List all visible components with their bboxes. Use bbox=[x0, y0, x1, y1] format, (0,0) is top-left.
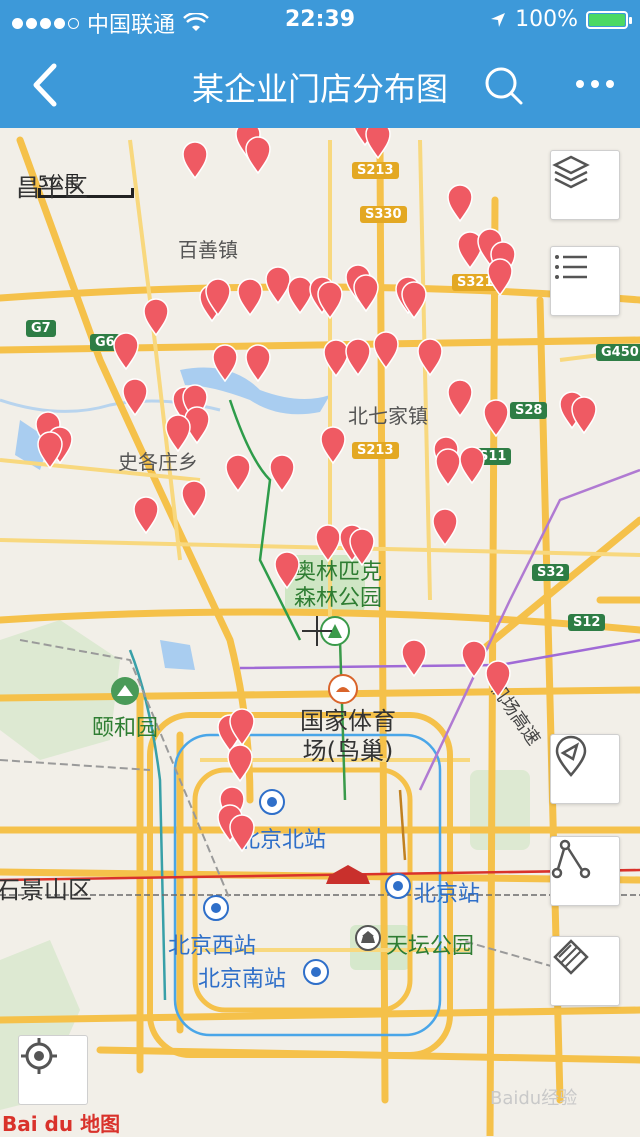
label-temple-of-heaven: 天坛公园 bbox=[386, 934, 475, 959]
map-view[interactable]: 5公里 昌平区 百善镇 北七家镇 史各庄乡 奥林匹克森林公园 颐和园 国家体育场… bbox=[0, 128, 640, 1136]
label-birds-nest: 国家体育场(鸟巢) bbox=[300, 707, 396, 765]
store-pin-icon[interactable] bbox=[181, 141, 209, 179]
store-pin-icon[interactable] bbox=[364, 128, 392, 159]
store-pin-icon[interactable] bbox=[482, 399, 510, 437]
shield-g7: G7 bbox=[26, 320, 56, 337]
store-pin-icon[interactable] bbox=[400, 639, 428, 677]
search-button[interactable] bbox=[482, 64, 526, 108]
label-beiqijia: 北七家镇 bbox=[348, 404, 428, 428]
label-baishan: 百善镇 bbox=[178, 238, 238, 262]
store-pin-icon[interactable] bbox=[431, 508, 459, 546]
label-shijingshan: 石景山区 bbox=[0, 876, 92, 904]
area-button[interactable] bbox=[550, 936, 620, 1006]
layers-icon bbox=[552, 155, 590, 189]
stadium-icon bbox=[328, 674, 358, 704]
store-pin-icon[interactable] bbox=[204, 278, 232, 316]
store-pin-icon[interactable] bbox=[236, 278, 264, 316]
store-pin-icon[interactable] bbox=[142, 298, 170, 336]
area-hatch-icon bbox=[553, 939, 589, 975]
list-button[interactable] bbox=[550, 246, 620, 316]
shield-s12: S12 bbox=[568, 614, 606, 631]
locate-icon bbox=[21, 1038, 57, 1074]
store-pin-icon[interactable] bbox=[132, 496, 160, 534]
store-pin-icon[interactable] bbox=[112, 332, 140, 370]
label-beijing-station: 北京站 bbox=[414, 882, 481, 907]
store-pin-icon[interactable] bbox=[228, 708, 256, 746]
palace-icon bbox=[111, 677, 139, 705]
store-pin-icon[interactable] bbox=[316, 281, 344, 319]
store-pin-icon[interactable] bbox=[372, 331, 400, 369]
temple-icon bbox=[355, 925, 381, 951]
store-pin-icon[interactable] bbox=[344, 338, 372, 376]
navigation-bar: 某企业门店分布图 bbox=[0, 40, 640, 128]
store-pin-icon[interactable] bbox=[36, 431, 64, 469]
baidu-map-logo: Bai du 地图 bbox=[2, 1112, 121, 1136]
crosshair-icon bbox=[302, 616, 332, 646]
store-pin-icon[interactable] bbox=[164, 414, 192, 452]
location-arrow-icon bbox=[491, 12, 506, 27]
navigation-button[interactable] bbox=[550, 734, 620, 804]
store-pin-icon[interactable] bbox=[484, 660, 512, 698]
shield-s28: S28 bbox=[510, 402, 548, 419]
store-pin-icon[interactable] bbox=[446, 184, 474, 222]
navigation-pin-icon bbox=[555, 735, 587, 777]
store-pin-icon[interactable] bbox=[244, 344, 272, 382]
label-summer-palace: 颐和园 bbox=[92, 716, 159, 741]
shield-g4501: G4501 bbox=[596, 344, 640, 361]
store-pin-icon[interactable] bbox=[244, 136, 272, 174]
route-button[interactable] bbox=[550, 836, 620, 906]
store-pin-icon[interactable] bbox=[416, 338, 444, 376]
battery-percent: 100% bbox=[515, 7, 578, 32]
store-pin-icon[interactable] bbox=[211, 344, 239, 382]
store-pin-icon[interactable] bbox=[458, 446, 486, 484]
label-changping: 昌平区 bbox=[16, 174, 88, 202]
store-pin-icon[interactable] bbox=[226, 744, 254, 782]
locate-button[interactable] bbox=[18, 1035, 88, 1105]
tiananmen-icon bbox=[326, 865, 370, 884]
store-pin-icon[interactable] bbox=[352, 274, 380, 312]
store-pin-icon[interactable] bbox=[570, 396, 598, 434]
watermark: Baidu经验 bbox=[490, 1088, 578, 1109]
battery-icon bbox=[586, 10, 632, 29]
train-station-icon-beijing bbox=[385, 873, 411, 899]
store-pin-icon[interactable] bbox=[348, 528, 376, 566]
layers-button[interactable] bbox=[550, 150, 620, 220]
label-olympic-forest: 奥林匹克森林公园 bbox=[293, 560, 382, 611]
store-pin-icon[interactable] bbox=[224, 454, 252, 492]
store-pin-icon[interactable] bbox=[400, 281, 428, 319]
list-icon bbox=[555, 255, 587, 279]
store-pin-icon[interactable] bbox=[446, 379, 474, 417]
store-pin-icon[interactable] bbox=[486, 258, 514, 296]
train-station-icon-west bbox=[203, 895, 229, 921]
shield-s32: S32 bbox=[532, 564, 570, 581]
shield-s213-top: S213 bbox=[352, 162, 399, 179]
train-station-icon-south bbox=[303, 959, 329, 985]
route-icon bbox=[551, 839, 591, 879]
label-beijing-south: 北京南站 bbox=[198, 967, 287, 992]
store-pin-icon[interactable] bbox=[121, 378, 149, 416]
shield-s330: S330 bbox=[360, 206, 407, 223]
more-button[interactable] bbox=[570, 64, 620, 104]
status-bar: 中国联通 22:39 100% bbox=[0, 0, 640, 40]
store-pin-icon[interactable] bbox=[180, 480, 208, 518]
label-beijing-west: 北京西站 bbox=[168, 934, 257, 959]
store-pin-icon[interactable] bbox=[228, 814, 256, 852]
store-pin-icon[interactable] bbox=[273, 551, 301, 589]
page-title: 某企业门店分布图 bbox=[191, 70, 448, 108]
store-pin-icon[interactable] bbox=[268, 454, 296, 492]
store-pin-icon[interactable] bbox=[319, 426, 347, 464]
train-station-icon-north bbox=[259, 789, 285, 815]
shield-s213-mid: S213 bbox=[352, 442, 399, 459]
